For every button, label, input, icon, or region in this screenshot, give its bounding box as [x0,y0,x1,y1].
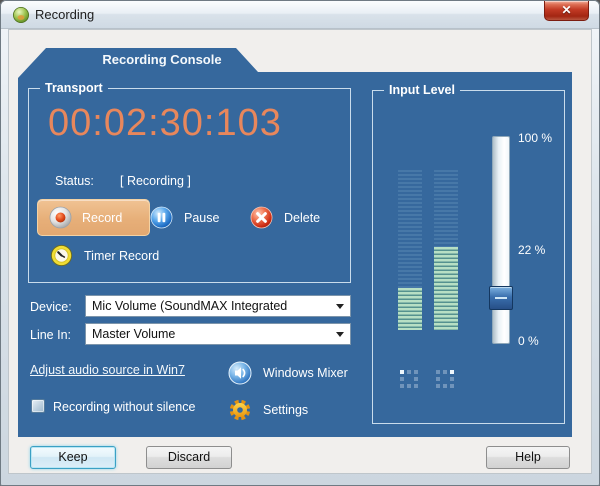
delete-button-label: Delete [284,210,321,225]
close-button[interactable]: ✕ [544,1,589,21]
vu-meter-right-fill [434,246,458,330]
volume-slider-thumb[interactable] [489,285,513,310]
pause-icon [150,206,173,229]
device-select[interactable]: Mic Volume (SoundMAX Integrated [85,295,351,317]
window-title: Recording [35,7,95,22]
pause-button[interactable]: Pause [150,206,219,229]
status-value: [ Recording ] [120,174,191,188]
settings-label: Settings [263,403,309,417]
app-icon [13,7,29,23]
speaker-icon [228,361,252,385]
help-button[interactable]: Help [486,446,570,469]
slider-current-label: 22 % [518,243,546,257]
status-label: Status: [55,174,94,188]
delete-icon [250,206,273,229]
input-level-group-label: Input Level [384,83,460,97]
adjust-audio-source-link[interactable]: Adjust audio source in Win7 [30,363,185,377]
close-icon: ✕ [561,3,572,17]
record-button[interactable]: Record [37,199,150,236]
gear-icon [229,399,251,421]
peak-indicator-left [400,370,418,388]
pause-button-label: Pause [184,210,220,225]
line-in-select[interactable]: Master Volume [85,323,351,345]
discard-button[interactable]: Discard [146,446,232,469]
silence-checkbox[interactable] [31,399,45,413]
keep-button[interactable]: Keep [30,446,116,469]
line-in-label: Line In: [30,328,72,342]
record-button-label: Record [82,210,123,225]
volume-slider-track[interactable] [489,136,513,344]
slider-min-label: 0 % [518,334,539,348]
timer-record-button[interactable]: Timer Record [50,244,159,267]
silence-checkbox-label[interactable]: Recording without silence [53,400,195,414]
line-in-selected-value: Master Volume [92,327,176,341]
record-icon [49,206,72,229]
chevron-down-icon [330,303,350,309]
vu-meter-left [398,170,422,330]
device-label: Device: [30,300,72,314]
windows-mixer-label: Windows Mixer [263,366,348,380]
slider-max-label: 100 % [518,131,553,145]
title-bar: Recording ✕ [1,1,599,29]
chevron-down-icon [330,331,350,337]
clock-icon [50,244,73,267]
timer-record-label: Timer Record [84,248,160,263]
windows-mixer-button[interactable]: Windows Mixer [228,361,348,385]
peak-indicator-right [436,370,454,388]
delete-button[interactable]: Delete [250,206,320,229]
vu-meter-left-fill [398,288,422,330]
timer-display: 00:02:30:103 [48,102,282,144]
device-selected-value: Mic Volume (SoundMAX Integrated [92,299,288,313]
tab-recording-console[interactable]: Recording Console [74,52,250,67]
transport-group-label: Transport [40,81,108,95]
settings-button[interactable]: Settings [228,398,308,422]
vu-meter-right [434,170,458,330]
recording-dialog: Recording ✕ Recording Console Transport … [0,0,600,486]
